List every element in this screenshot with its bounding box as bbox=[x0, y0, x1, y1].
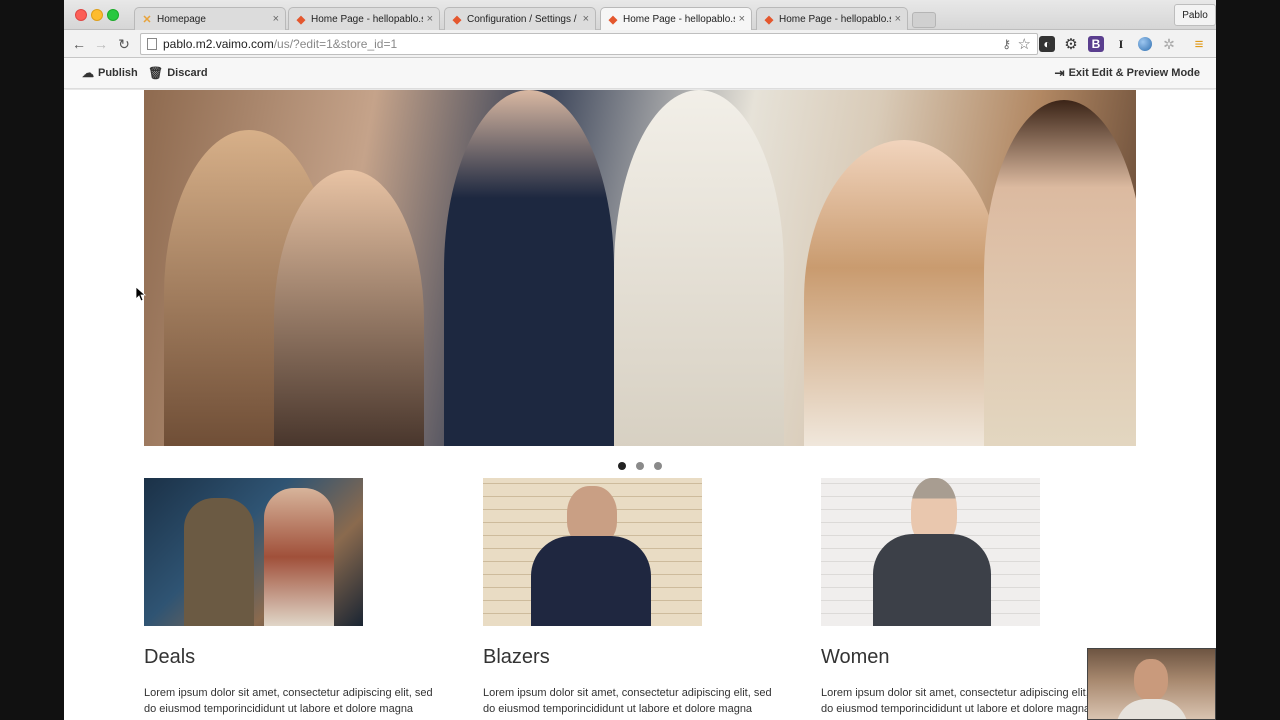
category-title[interactable]: Women bbox=[821, 646, 1121, 669]
tab-strip: ✕ Homepage × ◆ Home Page - hellopablo.se… bbox=[64, 0, 1216, 30]
magento-edit-bar: ☁ Publish 🗑 Discard ⇥ Exit Edit & Previe… bbox=[64, 59, 1216, 89]
publish-label: Publish bbox=[98, 67, 138, 79]
discard-button[interactable]: 🗑 Discard bbox=[148, 66, 208, 80]
category-title[interactable]: Blazers bbox=[483, 646, 783, 669]
trash-icon: 🗑 bbox=[148, 66, 164, 80]
hero-person-laughing-man bbox=[984, 100, 1136, 446]
hero-slider-image[interactable] bbox=[144, 90, 1136, 446]
women-image[interactable] bbox=[821, 478, 1040, 626]
webcam-overlay bbox=[1087, 648, 1216, 720]
description-line-1: Lorem ipsum dolor sit amet, consectetur … bbox=[144, 687, 433, 699]
tab-label: Configuration / Settings / S bbox=[467, 13, 579, 25]
exit-label: Exit Edit & Preview Mode bbox=[1068, 67, 1200, 79]
slider-dots bbox=[618, 462, 662, 470]
bootstrap-extension-icon[interactable]: B bbox=[1088, 36, 1104, 52]
tab-close-icon[interactable]: × bbox=[427, 13, 433, 25]
address-bar[interactable]: pablo.m2.vaimo.com/us/?edit=1&store_id=1… bbox=[140, 33, 1038, 55]
tab-close-icon[interactable]: × bbox=[583, 13, 589, 25]
deals-person-man bbox=[184, 498, 254, 626]
tab-close-icon[interactable]: × bbox=[273, 13, 279, 25]
description-line-2: do eiusmod temporincididunt ut labore et… bbox=[483, 703, 753, 715]
tab-label: Homepage bbox=[157, 13, 206, 25]
category-card-women: Women Lorem ipsum dolor sit amet, consec… bbox=[821, 478, 1121, 717]
category-description: Lorem ipsum dolor sit amet, consectetur … bbox=[821, 685, 1126, 717]
url-path: /us/?edit=1&store_id=1 bbox=[273, 37, 398, 51]
tab-home-page-1[interactable]: ◆ Home Page - hellopablo.se × bbox=[288, 7, 440, 30]
italic-extension-icon[interactable]: I bbox=[1113, 36, 1129, 52]
exit-edit-button[interactable]: ⇥ Exit Edit & Preview Mode bbox=[1055, 66, 1200, 80]
menu-icon[interactable]: ≡ bbox=[1191, 36, 1207, 53]
browser-toolbar: ← → ↻ pablo.m2.vaimo.com/us/?edit=1&stor… bbox=[64, 30, 1216, 58]
webcam-person-body bbox=[1116, 699, 1188, 719]
category-card-deals: Deals Lorem ipsum dolor sit amet, consec… bbox=[144, 478, 444, 717]
mouse-cursor-icon bbox=[136, 287, 146, 301]
hero-person-laughing-woman bbox=[804, 140, 1004, 446]
webcam-person-head bbox=[1134, 659, 1168, 701]
magento-icon: ◆ bbox=[764, 13, 774, 26]
tab-close-icon[interactable]: × bbox=[739, 13, 745, 25]
magento-icon: ◆ bbox=[608, 13, 618, 26]
close-window-button[interactable] bbox=[75, 9, 87, 21]
blazers-person-body bbox=[531, 536, 651, 626]
publish-button[interactable]: ☁ Publish bbox=[82, 66, 138, 80]
tab-label: Home Page - hellopablo.se bbox=[623, 13, 735, 25]
profile-button[interactable]: Pablo bbox=[1174, 4, 1216, 26]
tab-label: Home Page - hellopablo.se bbox=[779, 13, 891, 25]
category-card-blazers: Blazers Lorem ipsum dolor sit amet, cons… bbox=[483, 478, 783, 717]
gear-icon[interactable]: ⚙ bbox=[1063, 36, 1079, 53]
category-title[interactable]: Deals bbox=[144, 646, 444, 669]
zoom-window-button[interactable] bbox=[107, 9, 119, 21]
slider-dot-1[interactable] bbox=[618, 462, 626, 470]
description-line-2: do eiusmod temporincididunt ut labore et… bbox=[144, 703, 414, 715]
globe-icon[interactable] bbox=[1137, 36, 1153, 52]
forward-icon[interactable]: → bbox=[92, 35, 110, 53]
extension-icon[interactable]: ◐ bbox=[1039, 36, 1055, 52]
reload-icon[interactable]: ↻ bbox=[115, 35, 133, 53]
hero-person-girl bbox=[274, 170, 424, 446]
x-favicon-icon: ✕ bbox=[142, 13, 152, 26]
discard-label: Discard bbox=[167, 67, 208, 79]
deals-image[interactable] bbox=[144, 478, 363, 626]
category-description: Lorem ipsum dolor sit amet, consectetur … bbox=[483, 685, 788, 717]
women-person-coat bbox=[873, 534, 991, 626]
new-tab-button[interactable] bbox=[912, 12, 936, 28]
slider-dot-3[interactable] bbox=[654, 462, 662, 470]
magento-icon: ◆ bbox=[296, 13, 306, 26]
back-icon[interactable]: ← bbox=[70, 35, 88, 53]
url-host: pablo.m2.vaimo.com bbox=[163, 37, 274, 51]
category-description: Lorem ipsum dolor sit amet, consectetur … bbox=[144, 685, 449, 717]
browser-window: ✕ Homepage × ◆ Home Page - hellopablo.se… bbox=[64, 0, 1216, 720]
store-page: Deals Lorem ipsum dolor sit amet, consec… bbox=[64, 90, 1216, 720]
exit-icon: ⇥ bbox=[1054, 66, 1065, 80]
cloud-upload-icon: ☁ bbox=[82, 66, 94, 80]
hero-person-man-suit bbox=[444, 90, 614, 446]
blazers-image[interactable] bbox=[483, 478, 702, 626]
magento-icon: ◆ bbox=[452, 13, 462, 26]
deals-person-woman bbox=[264, 488, 334, 626]
tab-home-page-3[interactable]: ◆ Home Page - hellopablo.se × bbox=[756, 7, 908, 30]
slider-dot-2[interactable] bbox=[636, 462, 644, 470]
star-icon[interactable]: ☆ bbox=[1018, 35, 1031, 53]
minimize-window-button[interactable] bbox=[91, 9, 103, 21]
tab-home-page-active[interactable]: ◆ Home Page - hellopablo.se × bbox=[600, 7, 752, 30]
description-line-1: Lorem ipsum dolor sit amet, consectetur … bbox=[483, 687, 772, 699]
settings-extension-icon[interactable]: ✲ bbox=[1161, 36, 1177, 52]
page-icon bbox=[147, 38, 157, 50]
description-line-1: Lorem ipsum dolor sit amet, consectetur … bbox=[821, 687, 1110, 699]
tab-close-icon[interactable]: × bbox=[895, 13, 901, 25]
description-line-2: do eiusmod temporincididunt ut labore et… bbox=[821, 703, 1091, 715]
tab-homepage[interactable]: ✕ Homepage × bbox=[134, 7, 286, 30]
tab-configuration[interactable]: ◆ Configuration / Settings / S × bbox=[444, 7, 596, 30]
key-icon[interactable]: ⚷ bbox=[1002, 37, 1011, 51]
hero-person-standing bbox=[614, 90, 784, 446]
tab-label: Home Page - hellopablo.se bbox=[311, 13, 423, 25]
